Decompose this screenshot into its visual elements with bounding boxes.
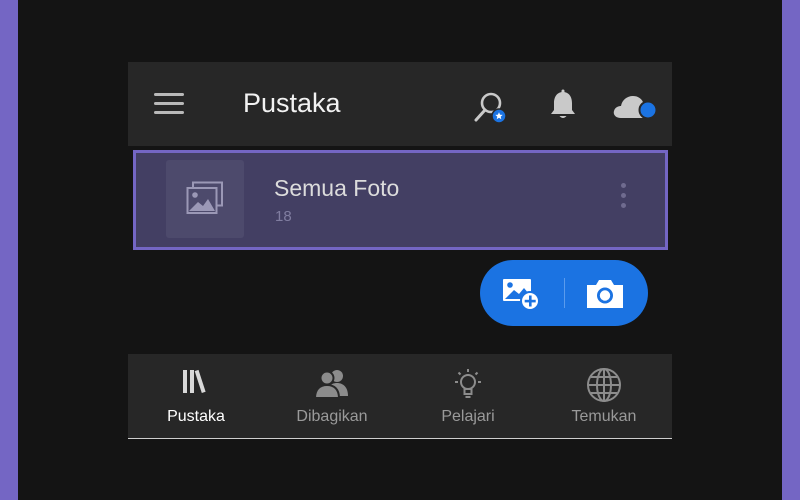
add-photos-fab <box>480 260 648 326</box>
nav-item-discover[interactable]: Temukan <box>536 354 672 439</box>
lightbulb-icon <box>455 369 481 398</box>
camera-icon[interactable] <box>584 276 626 312</box>
nav-label-library: Pustaka <box>167 408 225 425</box>
nav-item-library[interactable]: Pustaka <box>128 354 264 439</box>
app-background: Pustaka Semua Foto 18 Pustaka Dibagikan … <box>18 0 782 500</box>
menu-icon[interactable] <box>154 93 186 115</box>
album-row-all-photos[interactable]: Semua Foto 18 <box>133 150 668 250</box>
album-name: Semua Foto <box>274 175 400 201</box>
people-icon <box>313 370 348 399</box>
cloud-icon[interactable] <box>612 90 660 124</box>
more-options-icon[interactable] <box>616 183 630 215</box>
nav-item-shared[interactable]: Dibagikan <box>264 354 400 439</box>
top-bar: Pustaka <box>128 62 672 146</box>
page-title: Pustaka <box>243 88 341 118</box>
nav-label-learn: Pelajari <box>441 408 495 425</box>
album-thumbnail <box>166 160 244 238</box>
bell-icon[interactable] <box>548 89 578 121</box>
app-window: Pustaka Semua Foto 18 Pustaka Dibagikan … <box>128 62 672 440</box>
nav-item-learn[interactable]: Pelajari <box>400 354 536 439</box>
library-icon <box>183 369 206 394</box>
fab-divider <box>564 278 565 308</box>
search-icon[interactable] <box>473 89 509 125</box>
nav-label-discover: Temukan <box>571 408 637 425</box>
globe-icon <box>587 368 621 402</box>
add-photo-icon[interactable] <box>500 274 542 312</box>
bottom-navigation: Pustaka Dibagikan Pelajari Temukan <box>128 354 672 439</box>
nav-label-shared: Dibagikan <box>296 408 368 425</box>
album-count: 18 <box>275 208 292 225</box>
image-icon <box>186 181 223 214</box>
